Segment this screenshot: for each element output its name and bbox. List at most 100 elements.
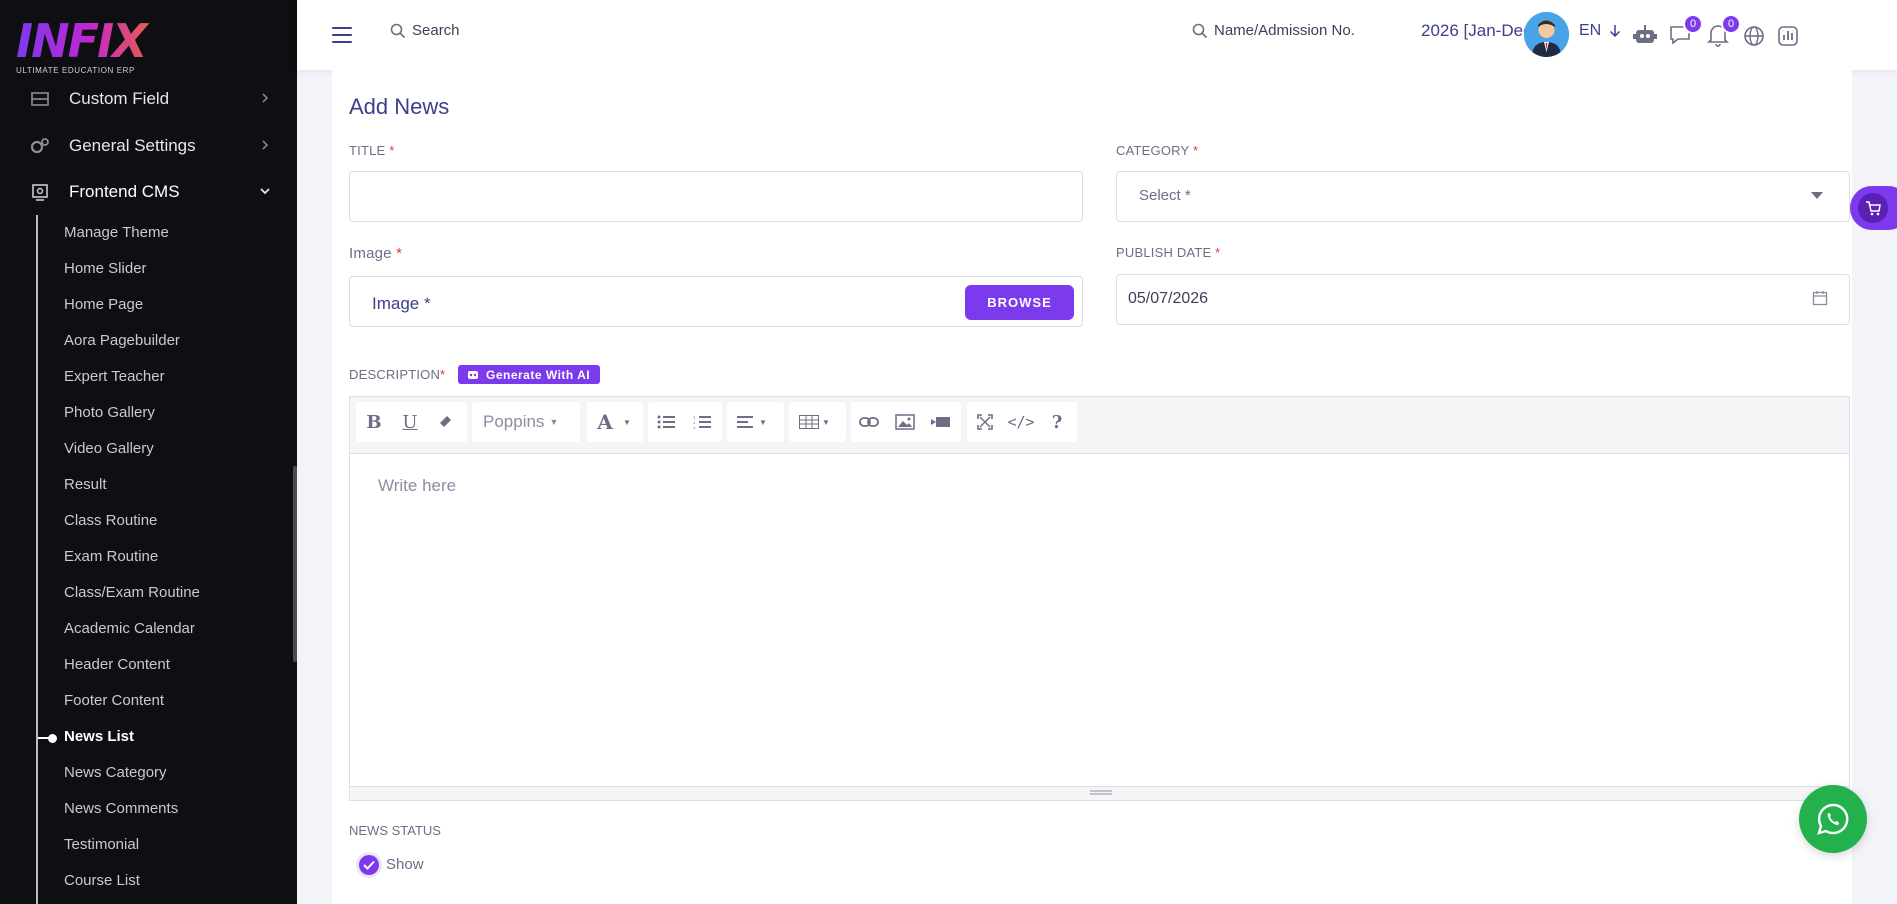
brand-logo[interactable]: INFIX ULTIMATE EDUCATION ERP [16, 18, 176, 78]
help-button[interactable]: ? [1039, 402, 1075, 442]
sidebar-subitem[interactable]: Aora Pagebuilder [64, 330, 180, 352]
language-selector[interactable]: EN [1579, 22, 1621, 40]
sidebar-item-general-settings[interactable]: General Settings [0, 126, 297, 166]
eraser-button[interactable] [428, 402, 464, 442]
category-select-placeholder: Select * [1139, 187, 1191, 204]
category-select[interactable] [1116, 171, 1850, 222]
user-avatar[interactable] [1524, 12, 1569, 57]
check-icon [363, 860, 375, 870]
sidebar-subitem[interactable]: Academic Calendar [64, 618, 195, 640]
global-search[interactable]: Search [390, 22, 460, 39]
sidebar-item-label: Custom Field [69, 89, 170, 108]
rich-text-editor: B U Poppins ▼ A ▼ 123 ▼ ▼ </> ? Write he… [349, 396, 1850, 801]
brand-name: INFIX [16, 18, 176, 64]
sidebar-subitem[interactable]: News Comments [64, 798, 178, 820]
sidebar-subitem[interactable]: Testimonial [64, 834, 139, 856]
code-view-button[interactable]: </> [1003, 402, 1039, 442]
video-icon [931, 417, 950, 427]
gears-icon [30, 138, 49, 154]
cart-icon-wrap [1858, 193, 1888, 223]
sidebar-subitem[interactable]: Manage Theme [64, 222, 169, 244]
student-search[interactable]: Name/Admission No. [1192, 22, 1355, 39]
format-group: B U [356, 402, 467, 442]
generate-with-ai-label: Generate With AI [486, 367, 591, 382]
editor-resize-handle[interactable] [350, 786, 1849, 800]
menu-toggle-icon[interactable] [332, 27, 352, 43]
language-value: EN [1579, 22, 1602, 39]
publish-date-value: 05/07/2026 [1128, 290, 1209, 307]
sidebar-subitem[interactable]: Result [64, 474, 107, 496]
sidebar-subitem[interactable]: Footer Content [64, 690, 164, 712]
ordered-list-button[interactable]: 123 [684, 402, 720, 442]
chevron-right-icon [262, 140, 269, 150]
browse-button[interactable]: BROWSE [965, 285, 1074, 320]
sidebar-item-label: Frontend CMS [69, 182, 180, 201]
submenu-guide-line [36, 215, 38, 904]
image-button[interactable] [887, 402, 923, 442]
sidebar-subitem[interactable]: Class Routine [64, 510, 157, 532]
font-family-dropdown[interactable]: Poppins ▼ [472, 402, 580, 442]
title-input[interactable] [349, 171, 1083, 222]
fullscreen-icon [977, 414, 993, 430]
sidebar-subitem[interactable]: Photo Gallery [64, 402, 155, 424]
sidebar-subitem[interactable]: Home Slider [64, 258, 147, 280]
sidebar-subitem[interactable]: Course List [64, 870, 140, 892]
bullet-list-button[interactable] [648, 402, 684, 442]
title-label: TITLE * [349, 143, 395, 158]
calendar-icon[interactable] [1812, 290, 1828, 306]
sidebar-subitem[interactable]: Home Page [64, 294, 143, 316]
sidebar-item-frontend-cms[interactable]: Frontend CMS [0, 172, 297, 212]
analytics-icon[interactable] [1775, 22, 1801, 48]
sidebar-item-custom-field[interactable]: Custom Field [0, 79, 297, 119]
student-search-label: Name/Admission No. [1214, 22, 1355, 39]
caret-down-icon: ▼ [822, 417, 830, 427]
align-left-icon [737, 416, 753, 428]
align-dropdown[interactable]: ▼ [727, 402, 784, 442]
sidebar-subitem[interactable]: Class/Exam Routine [64, 582, 200, 604]
sidebar-item-label: General Settings [69, 136, 196, 155]
bullet-list-icon [657, 415, 675, 429]
avatar-image [1524, 12, 1569, 57]
chevron-down-icon [260, 188, 270, 195]
list-group: 123 [648, 402, 722, 442]
whatsapp-button[interactable] [1799, 785, 1867, 853]
globe-icon[interactable] [1741, 22, 1767, 48]
chevron-right-icon [262, 93, 269, 103]
font-color-icon: A [597, 410, 613, 434]
image-icon [895, 414, 915, 430]
sidebar-subitem[interactable]: Header Content [64, 654, 170, 676]
sidebar-subitem[interactable]: Video Gallery [64, 438, 154, 460]
link-button[interactable] [851, 402, 887, 442]
font-color-group[interactable]: A ▼ [587, 402, 643, 442]
show-status-checkbox[interactable] [359, 855, 379, 875]
chat-count-badge: 0 [1683, 14, 1703, 34]
caret-down-icon: ▼ [549, 417, 559, 427]
generate-with-ai-button[interactable]: Generate With AI [458, 365, 601, 384]
image-input-placeholder: Image * [372, 294, 431, 313]
category-label: CATEGORY * [1116, 143, 1199, 158]
sidebar-subitem[interactable]: News Category [64, 762, 167, 784]
whatsapp-icon [1817, 803, 1849, 835]
table-dropdown[interactable]: ▼ [789, 402, 846, 442]
sidebar-subitem-active[interactable]: News List [64, 726, 134, 748]
top-header: Search Name/Admission No. 2026 [Jan-Dec]… [297, 0, 1897, 70]
sidebar-subitem[interactable]: Expert Teacher [64, 366, 165, 388]
underline-button[interactable]: U [392, 402, 428, 442]
editor-content-area[interactable]: Write here [350, 453, 1849, 786]
table-icon [799, 415, 819, 429]
robot-icon[interactable] [1632, 22, 1658, 48]
eraser-icon [440, 416, 451, 427]
session-value: 2026 [Jan-Dec] [1421, 21, 1537, 40]
search-icon [390, 23, 406, 38]
grip-icon [1090, 790, 1112, 795]
description-label: DESCRIPTION* [349, 367, 446, 382]
sidebar-scrollbar[interactable] [293, 466, 297, 662]
cart-floating-button[interactable] [1850, 186, 1897, 230]
fullscreen-button[interactable] [967, 402, 1003, 442]
video-button[interactable] [923, 402, 959, 442]
bold-button[interactable]: B [356, 402, 392, 442]
brand-tagline: ULTIMATE EDUCATION ERP [16, 66, 135, 75]
ordered-list-icon: 123 [693, 415, 711, 429]
publish-date-input[interactable] [1116, 274, 1850, 325]
sidebar-subitem[interactable]: Exam Routine [64, 546, 158, 568]
